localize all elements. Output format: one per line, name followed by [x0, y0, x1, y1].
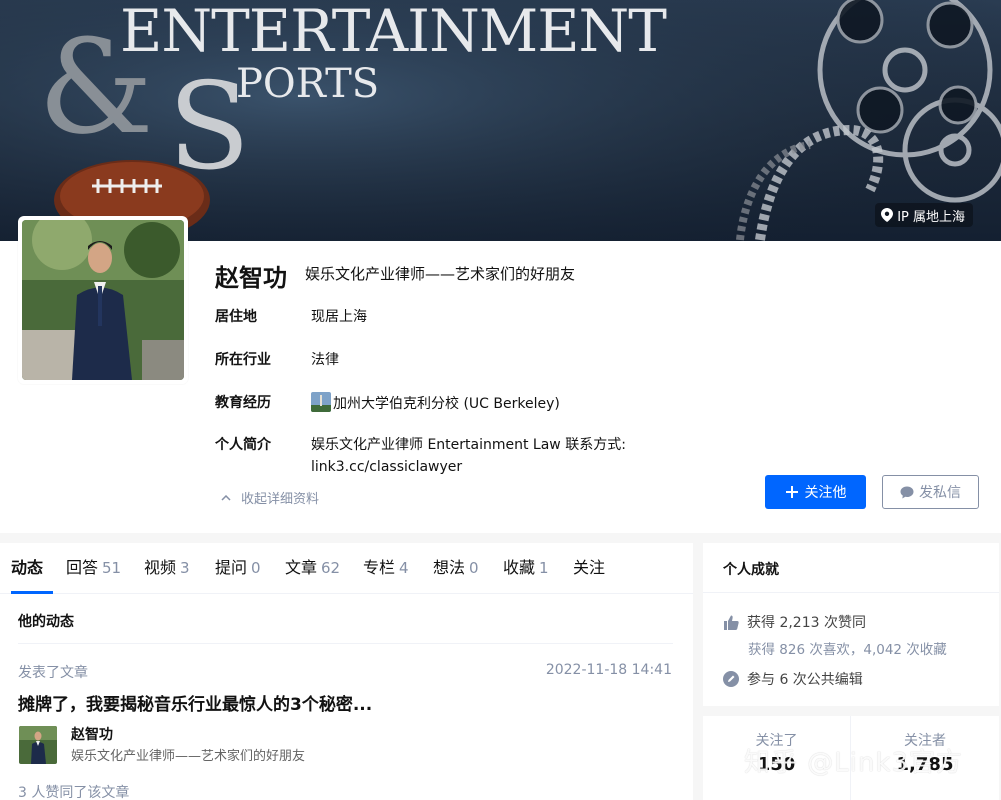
cover-title-line2: PORTS [236, 61, 380, 107]
info-value: 娱乐文化产业律师 Entertainment Law 联系方式: link3.c… [311, 434, 626, 478]
tab-activity[interactable]: 动态 [11, 543, 53, 594]
achievement-edits: 参与 6 次公共编辑 [723, 669, 863, 689]
bio-line2: link3.cc/classiclawyer [311, 459, 463, 475]
ip-location-text: IP 属地上海 [897, 209, 965, 225]
info-label: 个人简介 [215, 437, 271, 453]
achievements-title: 个人成就 [723, 562, 779, 578]
edits-text: 参与 6 次公共编辑 [747, 672, 863, 688]
likes-note: 3 人赞同了该文章 [18, 785, 130, 800]
tab-label: 提问 [215, 558, 248, 577]
info-label: 所在行业 [215, 352, 271, 368]
profile-tabs: 动态 回答 51 视频 3 提问 0 文章 62 专栏 4 想法 0 收藏 1 关注 [0, 543, 693, 594]
info-row-bio: 个人简介 娱乐文化产业律师 Entertainment Law 联系方式: li… [215, 434, 626, 478]
cover-banner: & S ENTERTAINMENT PORTS IP 属地上海 [0, 0, 1001, 241]
profile-avatar-frame[interactable] [18, 216, 188, 384]
chat-bubble-icon [900, 486, 914, 498]
tab-count: 51 [102, 559, 122, 577]
info-value: 现居上海 [311, 309, 367, 325]
tab-label: 回答 [66, 558, 99, 577]
watermark: 知乎 @Link3官方 [744, 748, 964, 778]
thumbs-up-icon [724, 615, 739, 630]
tab-count: 62 [321, 559, 341, 577]
info-row-education: 教育经历 加州大学伯克利分校 (UC Berkeley) [215, 392, 560, 415]
send-message-label: 发私信 [919, 485, 961, 501]
ip-location-badge: IP 属地上海 [875, 203, 973, 227]
tab-thoughts[interactable]: 想法 0 [433, 543, 490, 594]
achievements-card: 个人成就 获得 2,213 次赞同 获得 826 次喜欢，4,042 次收藏 参… [703, 543, 999, 706]
divider [18, 643, 673, 644]
article-title-link[interactable]: 摊牌了，我要揭秘音乐行业最惊人的3个秘密... [18, 690, 372, 715]
school-name-link[interactable]: 加州大学伯克利分校 (UC Berkeley) [333, 396, 560, 412]
tab-videos[interactable]: 视频 3 [144, 543, 201, 594]
cover-title-line1: ENTERTAINMENT [120, 0, 667, 65]
chevron-up-icon [221, 494, 231, 501]
tab-label: 视频 [144, 558, 177, 577]
author-name-link[interactable]: 赵智功 [71, 724, 113, 744]
profile-name: 赵智功 [215, 264, 287, 292]
tab-columns[interactable]: 专栏 4 [363, 543, 420, 594]
collapse-label: 收起详细资料 [241, 492, 320, 507]
location-pin-icon [881, 208, 894, 222]
tab-label: 想法 [433, 558, 466, 577]
tab-count: 0 [251, 559, 261, 577]
tab-label: 专栏 [363, 558, 396, 577]
activity-feed: 动态 回答 51 视频 3 提问 0 文章 62 专栏 4 想法 0 收藏 1 关注 他的动态… [0, 543, 693, 800]
section-title: 他的动态 [18, 614, 74, 630]
school-logo-icon[interactable] [311, 392, 331, 412]
tab-questions[interactable]: 提问 0 [215, 543, 272, 594]
likes-favorites-text: 获得 826 次喜欢，4,042 次收藏 [748, 642, 947, 658]
divider [703, 592, 999, 593]
tab-count: 3 [180, 559, 190, 577]
tab-following[interactable]: 关注 [573, 543, 613, 594]
profile-avatar [22, 220, 184, 380]
tab-label: 文章 [285, 558, 318, 577]
profile-headline: 娱乐文化产业律师——艺术家们的好朋友 [305, 265, 576, 283]
info-label: 教育经历 [215, 395, 271, 411]
tab-count: 1 [539, 559, 549, 577]
tab-articles[interactable]: 文章 62 [285, 543, 349, 594]
edit-pen-icon [723, 671, 739, 687]
author-headline: 娱乐文化产业律师——艺术家们的好朋友 [71, 749, 306, 764]
info-value: 加州大学伯克利分校 (UC Berkeley) [311, 392, 560, 415]
plus-icon [785, 486, 798, 498]
info-row-location: 居住地 现居上海 [215, 306, 367, 328]
follow-button-label: 关注他 [804, 485, 847, 501]
activity-timestamp: 2022-11-18 14:41 [545, 662, 672, 678]
tab-label: 动态 [11, 558, 44, 577]
activity-type: 发表了文章 [18, 665, 88, 681]
info-value: 法律 [311, 352, 339, 368]
tab-label: 关注 [573, 558, 606, 577]
bio-line1: 娱乐文化产业律师 Entertainment Law 联系方式: [311, 437, 626, 453]
tab-label: 收藏 [503, 558, 536, 577]
tab-favorites[interactable]: 收藏 1 [503, 543, 560, 594]
author-avatar[interactable] [19, 726, 57, 764]
info-label: 居住地 [215, 309, 257, 325]
tab-answers[interactable]: 回答 51 [66, 543, 130, 594]
upvotes-text: 获得 2,213 次赞同 [747, 615, 866, 631]
collapse-details-button[interactable]: 收起详细资料 [221, 488, 319, 507]
achievement-upvotes: 获得 2,213 次赞同 [723, 612, 866, 632]
follow-button[interactable]: 关注他 [765, 475, 866, 509]
send-message-button[interactable]: 发私信 [882, 475, 979, 509]
tab-count: 4 [399, 559, 409, 577]
info-row-industry: 所在行业 法律 [215, 349, 339, 371]
tab-count: 0 [469, 559, 479, 577]
